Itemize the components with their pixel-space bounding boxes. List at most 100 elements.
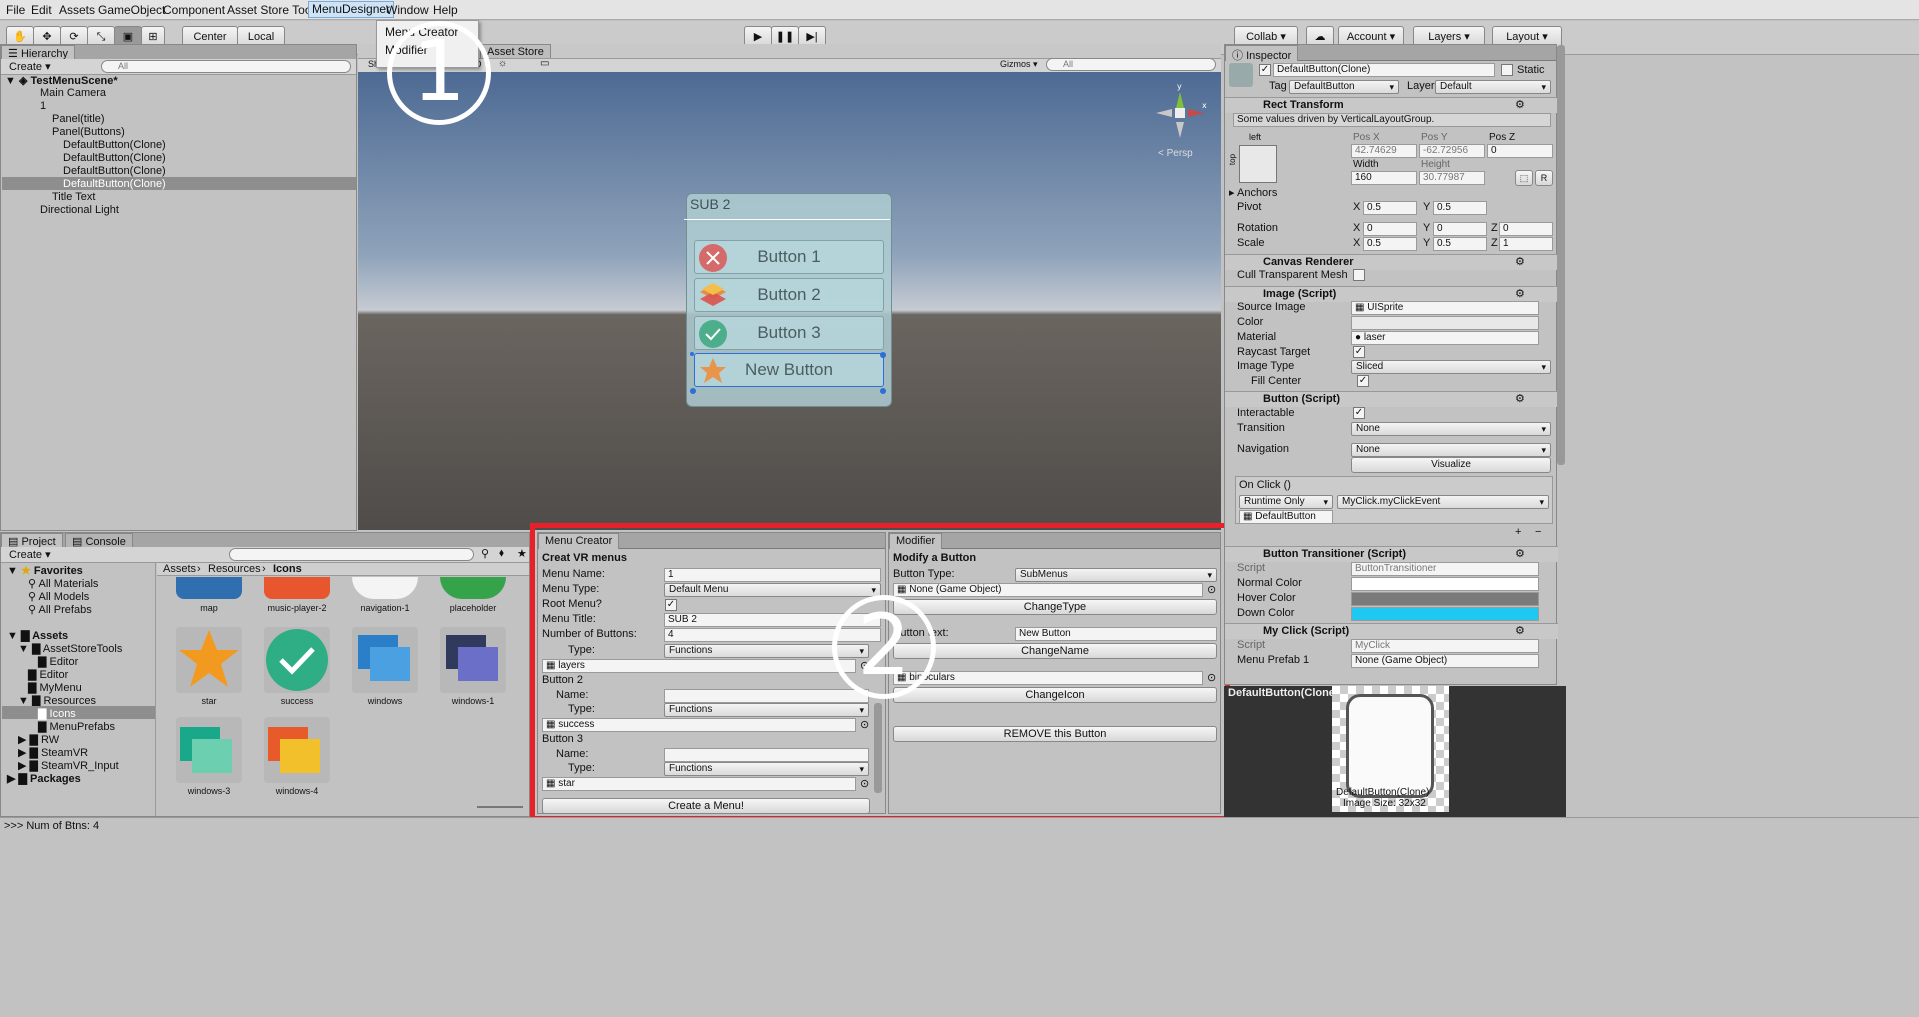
normal-color-swatch[interactable]	[1351, 577, 1539, 591]
width-field[interactable]: 160	[1351, 171, 1417, 185]
scale-y-field[interactable]: 0.5	[1433, 237, 1487, 251]
hierarchy-row[interactable]: DefaultButton(Clone)	[63, 152, 166, 164]
menu-edit[interactable]: Edit	[31, 3, 52, 17]
favorite-star-icon[interactable]: ★	[517, 547, 527, 560]
layer-dropdown[interactable]: Default	[1435, 80, 1551, 94]
runtime-dropdown[interactable]: Runtime Only	[1239, 495, 1333, 509]
windows-asset-icon[interactable]	[352, 627, 418, 693]
tree-folder[interactable]: ▶ ▇ SteamVR	[18, 746, 88, 759]
posx-field[interactable]: 42.74629	[1351, 144, 1417, 158]
breadcrumb-resources[interactable]: Resources	[208, 563, 261, 575]
image-header[interactable]: Image (Script) ⚙	[1225, 286, 1558, 302]
menu-gameobject[interactable]: GameObject	[98, 3, 165, 17]
hierarchy-row[interactable]: Main Camera	[40, 87, 106, 99]
height-field[interactable]: 30.77987	[1419, 171, 1485, 185]
pivot-y-field[interactable]: 0.5	[1433, 201, 1487, 215]
tag-dropdown[interactable]: DefaultButton	[1289, 80, 1399, 94]
settings-gear-icon[interactable]: ⚙	[1515, 547, 1525, 560]
rotation-y-field[interactable]: 0	[1433, 222, 1487, 236]
favorite-item[interactable]: ⚲ All Prefabs	[28, 603, 92, 616]
anchors-foldout[interactable]: ▸ Anchors	[1229, 186, 1277, 199]
project-create-button[interactable]: Create ▾	[9, 548, 51, 561]
object-name-field[interactable]: DefaultButton(Clone)	[1273, 63, 1495, 77]
menu-component[interactable]: Component	[163, 3, 225, 17]
menu-window[interactable]: Window	[386, 3, 429, 17]
settings-gear-icon[interactable]: ⚙	[1515, 287, 1525, 300]
function-dropdown[interactable]: MyClick.myClickEvent	[1337, 495, 1549, 509]
static-checkbox[interactable]	[1501, 64, 1513, 76]
gizmos-dropdown[interactable]: Gizmos ▾	[1000, 59, 1038, 70]
tab-inspector[interactable]: ⓘ Inspector	[1225, 45, 1299, 62]
settings-gear-icon[interactable]: ⚙	[1515, 624, 1525, 637]
settings-gear-icon[interactable]: ⚙	[1515, 392, 1525, 405]
raw-edit-icon[interactable]: R	[1535, 170, 1553, 186]
inspector-scrollbar[interactable]	[1557, 45, 1565, 465]
scale-x-field[interactable]: 0.5	[1363, 237, 1417, 251]
windows-4-asset-icon[interactable]	[264, 717, 330, 783]
tree-folder-selected[interactable]: ▇ Icons	[38, 707, 76, 720]
scene-search-input[interactable]: All	[1046, 58, 1216, 71]
star-asset-icon[interactable]	[176, 627, 242, 693]
rotation-z-field[interactable]: 0	[1499, 222, 1553, 236]
menu-assets[interactable]: Assets	[59, 3, 95, 17]
hierarchy-row[interactable]: Title Text	[52, 191, 95, 203]
menu-prefab-field[interactable]: None (Game Object)	[1351, 654, 1539, 668]
raycast-checkbox[interactable]: ✓	[1353, 346, 1365, 358]
rect-transform-header[interactable]: Rect Transform ⚙	[1225, 97, 1558, 113]
scene-root[interactable]: ▼ ◈ TestMenuScene*	[5, 74, 118, 87]
transitioner-header[interactable]: Button Transitioner (Script) ⚙	[1225, 546, 1558, 562]
menu-help[interactable]: Help	[433, 3, 458, 17]
map-icon[interactable]	[176, 577, 242, 599]
tree-folder[interactable]: ▇ MenuPrefabs	[38, 720, 115, 733]
hierarchy-search-input[interactable]: All	[101, 60, 351, 73]
menu-menudesigner[interactable]: MenuDesigner	[308, 1, 395, 18]
image-type-dropdown[interactable]: Sliced	[1351, 360, 1551, 374]
success-asset-icon[interactable]	[264, 627, 330, 693]
filter-type-icon[interactable]: ⚲	[481, 547, 489, 560]
hierarchy-row[interactable]: DefaultButton(Clone)	[63, 139, 166, 151]
favorite-item[interactable]: ⚲ All Models	[28, 590, 89, 603]
anchor-preset-icon[interactable]	[1239, 145, 1277, 183]
canvas-renderer-header[interactable]: Canvas Renderer ⚙	[1225, 254, 1558, 270]
menu-file[interactable]: File	[6, 3, 25, 17]
hierarchy-row[interactable]: 1	[40, 100, 46, 112]
tree-folder[interactable]: ▇ Editor	[28, 668, 68, 681]
transition-dropdown[interactable]: None	[1351, 422, 1551, 436]
hierarchy-create-button[interactable]: Create ▾	[9, 60, 51, 73]
source-image-field[interactable]: ▦ UISprite	[1351, 301, 1539, 315]
active-checkbox[interactable]: ✓	[1259, 64, 1271, 76]
button-header[interactable]: Button (Script) ⚙	[1225, 391, 1558, 407]
cull-checkbox[interactable]	[1353, 269, 1365, 281]
pivot-x-field[interactable]: 0.5	[1363, 201, 1417, 215]
hierarchy-row[interactable]: Panel(title)	[52, 113, 105, 125]
favorites-folder[interactable]: ▼ ★ Favorites	[7, 564, 83, 577]
lighting-icon[interactable]: ☼	[498, 58, 507, 69]
placeholder-icon[interactable]	[440, 577, 506, 599]
project-search-input[interactable]	[229, 548, 474, 561]
tree-folder-packages[interactable]: ▶ ▇ Packages	[7, 772, 81, 785]
tree-folder[interactable]: ▼ ▇ AssetStoreTools	[18, 642, 122, 655]
remove-listener-icon[interactable]: −	[1535, 526, 1541, 538]
windows-1-asset-icon[interactable]	[440, 627, 506, 693]
scale-z-field[interactable]: 1	[1499, 237, 1553, 251]
color-swatch[interactable]	[1351, 316, 1539, 330]
hierarchy-row[interactable]: Directional Light	[40, 204, 119, 216]
myclick-header[interactable]: My Click (Script) ⚙	[1225, 623, 1558, 639]
fill-center-checkbox[interactable]: ✓	[1357, 375, 1369, 387]
tree-folder[interactable]: ▶ ▇ RW	[18, 733, 59, 746]
rotation-x-field[interactable]: 0	[1363, 222, 1417, 236]
posy-field[interactable]: -62.72956	[1419, 144, 1485, 158]
down-color-swatch[interactable]	[1351, 607, 1539, 621]
favorite-item[interactable]: ⚲ All Materials	[28, 577, 98, 590]
onclick-target-field[interactable]: ▦ DefaultButton	[1239, 510, 1333, 524]
image-effects-icon[interactable]: ▭	[540, 58, 549, 69]
breadcrumb-assets[interactable]: Assets	[163, 563, 196, 575]
music-player-icon[interactable]	[264, 577, 330, 599]
windows-3-asset-icon[interactable]	[176, 717, 242, 783]
tree-folder[interactable]: ▇ Editor	[38, 655, 78, 668]
menu-asset-store-tools[interactable]: Asset Store Tools	[227, 3, 320, 17]
settings-gear-icon[interactable]: ⚙	[1515, 255, 1525, 268]
material-field[interactable]: ● laser	[1351, 331, 1539, 345]
hierarchy-row-selected[interactable]: DefaultButton(Clone)	[63, 178, 166, 190]
tree-folder[interactable]: ▶ ▇ SteamVR_Input	[18, 759, 119, 772]
